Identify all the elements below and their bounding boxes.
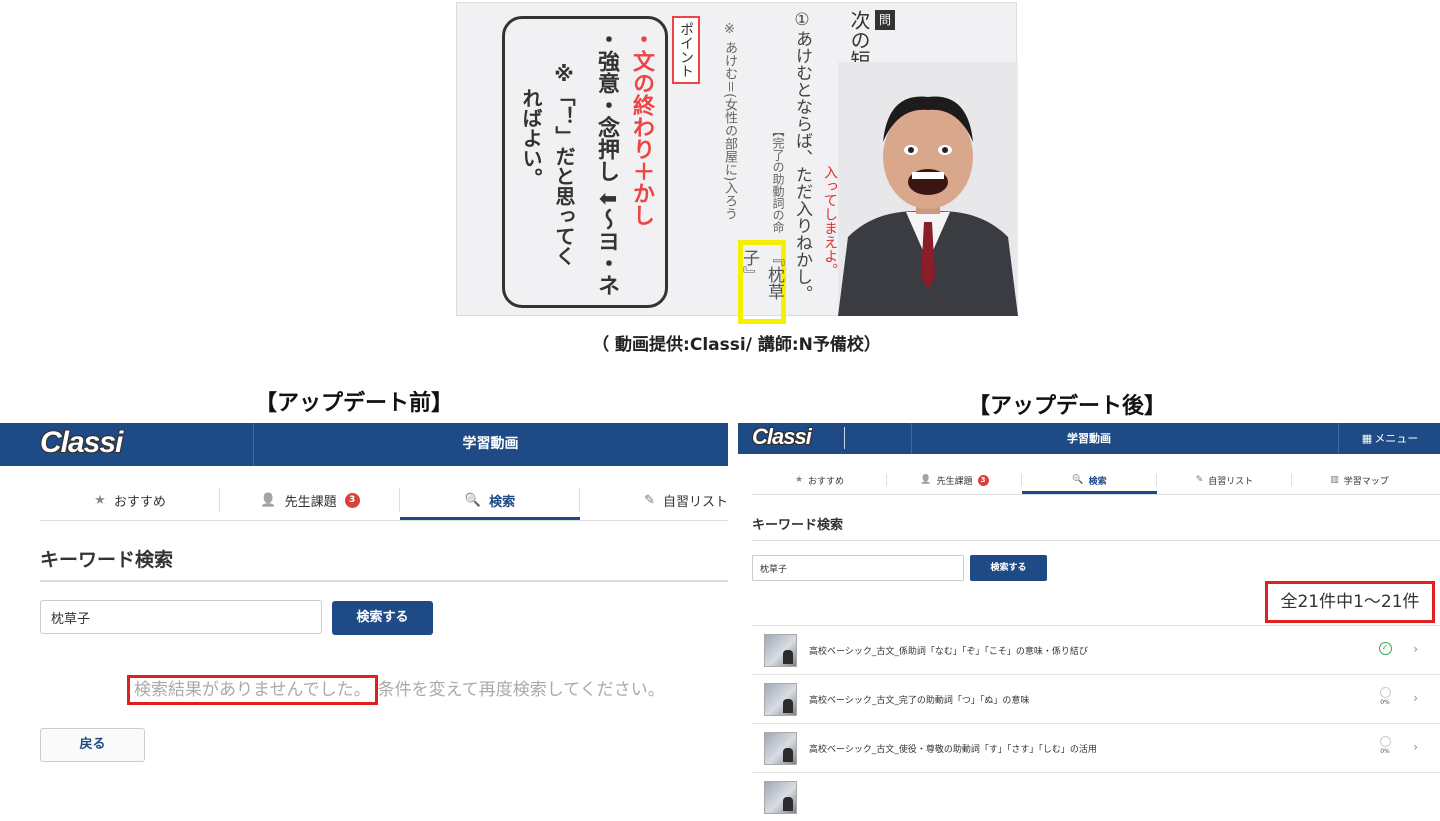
header-title: 学習動画 [1067, 432, 1111, 445]
chevron-right-icon: › [1413, 691, 1418, 705]
search-results-list: 高校ベーシック_古文_係助詞「なむ」「ぞ」「こそ」の意味・係り結び ✓ › 高校… [752, 625, 1440, 821]
video-caption: （ 動画提供:Classi/ 講師:N予備校） [592, 335, 881, 355]
chevron-right-icon: › [1413, 740, 1418, 754]
tab-recommend[interactable]: ★ おすすめ [40, 480, 220, 520]
result-count: 全21件中1〜21件 [1265, 581, 1435, 623]
tab-label: 先生課題 [936, 476, 973, 487]
completion-status: 0% [1374, 736, 1396, 755]
tab-self-study-list[interactable]: ✎ 自習リスト [580, 480, 728, 520]
classi-logo[interactable]: Classi [752, 424, 812, 450]
video-thumbnail [764, 633, 797, 667]
video-title: 高校ベーシック_古文_使役・尊敬の助動詞「す」「さす」「しむ」の活用 [809, 744, 1097, 755]
video-point-label: ポイント [672, 16, 700, 84]
tab-learning-map[interactable]: ▥ 学習マップ [1292, 466, 1427, 494]
menu-button[interactable]: ▦ メニュー [1340, 423, 1440, 454]
logo-divider [844, 427, 845, 449]
video-hint-red: 入ってしまえよ。 [822, 165, 838, 277]
tab-search[interactable]: 🔍 検索 [1022, 466, 1157, 494]
video-title: 高校ベーシック_古文_係助詞「なむ」「ぞ」「こそ」の意味・係り結び [809, 646, 1088, 657]
video-thumbnail [764, 682, 797, 716]
star-icon: ★ [94, 492, 106, 508]
list-item[interactable]: 高校ベーシック_古文_係助詞「なむ」「ぞ」「こそ」の意味・係り結び ✓ › [752, 625, 1440, 674]
back-button[interactable]: 戻る [40, 728, 145, 762]
tab-label: おすすめ [808, 476, 845, 487]
tab-label: 自習リスト [662, 494, 728, 510]
notification-badge: 3 [977, 474, 989, 486]
video-thumbnail [764, 731, 797, 765]
completion-status: ✓ [1374, 638, 1396, 655]
header-divider [1338, 423, 1339, 454]
video-title: 高校ベーシック_古文_完了の助動詞「つ」「ぬ」の意味 [809, 695, 1030, 706]
tab-teacher-assignments[interactable]: 👤 先生課題 3 [220, 480, 400, 520]
tab-teacher-assignments[interactable]: 👤 先生課題 3 [887, 466, 1022, 494]
after-tab-bar: ★ おすすめ 👤 先生課題 3 🔍 検索 ✎ 自習リスト ▥ 学習マップ [752, 466, 1440, 495]
tab-self-study-list[interactable]: ✎ 自習リスト [1157, 466, 1292, 494]
pencil-icon: ✎ [644, 492, 655, 508]
pencil-icon: ✎ [1195, 475, 1204, 485]
teacher-figure [838, 62, 1018, 316]
progress-ring-icon [1379, 687, 1391, 698]
classi-logo[interactable]: Classi [40, 426, 123, 460]
progress-percent: 0% [1380, 748, 1390, 755]
tab-label: 検索 [489, 494, 516, 510]
menu-label: メニュー [1374, 432, 1419, 445]
no-results-message: 検索結果がありませんでした。 条件を変えて再度検索してください。 [127, 675, 665, 705]
list-item[interactable]: 高校ベーシック_古文_使役・尊敬の助動詞「す」「さす」「しむ」の活用 0% › [752, 723, 1440, 772]
video-point-2: ・強意・念押し ⬇〜ヨ・ネ [594, 28, 619, 297]
no-results-highlight: 検索結果がありませんでした。 [127, 675, 378, 705]
video-point-4: ればよい。 [519, 88, 543, 188]
search-input[interactable] [40, 600, 322, 634]
after-app-header: Classi 学習動画 ▦ メニュー [738, 423, 1440, 454]
section-divider [40, 580, 728, 582]
keyword-search-title: キーワード検索 [752, 518, 844, 533]
progress-percent: 0% [1380, 699, 1390, 706]
list-item[interactable] [752, 772, 1440, 821]
no-results-instruction: 条件を変えて再度検索してください。 [377, 680, 665, 700]
tab-label: 自習リスト [1208, 476, 1254, 487]
notification-badge: 3 [344, 492, 360, 508]
video-hint-grammar: 【完了の助動詞の命 [771, 125, 785, 233]
tab-label: 検索 [1088, 476, 1107, 487]
search-icon: 🔍 [1072, 475, 1084, 485]
tab-recommend[interactable]: ★ おすすめ [752, 466, 887, 494]
before-app-header: Classi 学習動画 [0, 423, 728, 466]
video-item-text: ①あけむとならば、ただ入りねかし。 [792, 10, 812, 302]
video-source: 『枕草子』 [739, 249, 784, 300]
keyword-search-title: キーワード検索 [40, 549, 174, 571]
person-icon: 👤 [260, 492, 277, 508]
video-point-3: ※「！」だと思ってく [552, 62, 576, 266]
star-icon: ★ [794, 475, 804, 485]
person-icon: 👤 [920, 475, 932, 485]
map-icon: ▥ [1330, 475, 1339, 485]
grid-icon: ▦ [1361, 432, 1373, 445]
search-icon: 🔍 [464, 492, 482, 508]
header-title: 学習動画 [462, 436, 519, 452]
video-question-label: 問 [875, 10, 895, 30]
after-section-title: 【アップデート後】 [968, 394, 1167, 419]
tab-label: 学習マップ [1343, 476, 1389, 487]
search-button[interactable]: 検索する [332, 601, 433, 635]
video-note: ※ あけむ＝(女性の部屋に)入ろう [722, 22, 737, 221]
completion-status: 0% [1374, 687, 1396, 706]
video-source-highlight: 『枕草子』 [738, 240, 786, 324]
progress-ring-icon [1379, 736, 1391, 747]
check-icon: ✓ [1378, 642, 1392, 655]
before-tab-bar: ★ おすすめ 👤 先生課題 3 🔍 検索 ✎ 自習リスト [40, 480, 728, 521]
video-point-1: ・文の終わり＋かし [629, 28, 654, 226]
search-input[interactable] [752, 555, 964, 581]
search-button[interactable]: 検索する [970, 555, 1047, 581]
video-thumbnail [764, 780, 797, 814]
tab-search[interactable]: 🔍 検索 [400, 480, 580, 520]
list-item[interactable]: 高校ベーシック_古文_完了の助動詞「つ」「ぬ」の意味 0% › [752, 674, 1440, 723]
chevron-right-icon: › [1413, 642, 1418, 656]
tab-label: おすすめ [113, 494, 166, 510]
before-section-title: 【アップデート前】 [255, 391, 454, 416]
tab-label: 先生課題 [284, 494, 337, 510]
section-divider [752, 540, 1440, 541]
